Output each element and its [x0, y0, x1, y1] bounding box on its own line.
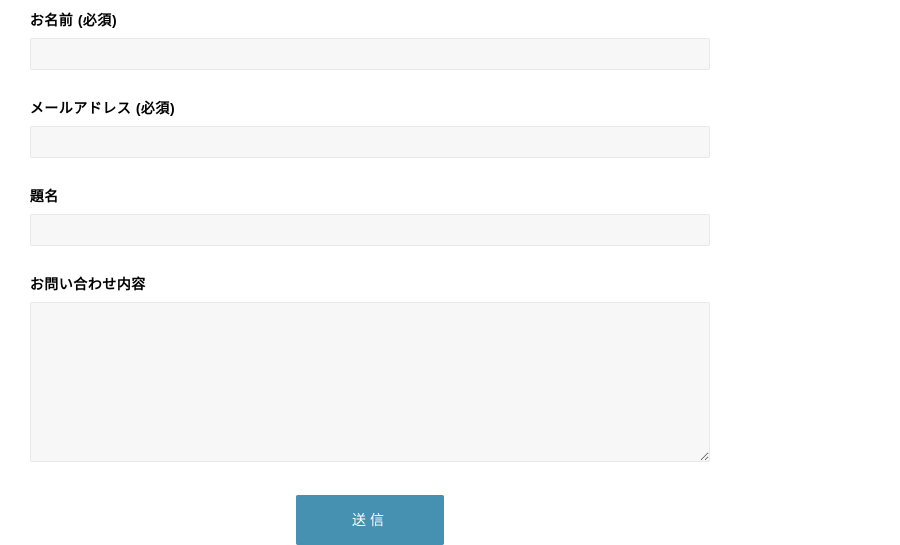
email-label: メールアドレス (必須)	[30, 98, 710, 118]
name-label: お名前 (必須)	[30, 10, 710, 30]
submit-row: 送信	[30, 495, 710, 545]
contact-form: お名前 (必須) メールアドレス (必須) 題名 お問い合わせ内容 送信	[30, 10, 710, 545]
submit-button[interactable]: 送信	[296, 495, 444, 545]
form-group-email: メールアドレス (必須)	[30, 98, 710, 158]
form-group-message: お問い合わせ内容	[30, 274, 710, 467]
name-input[interactable]	[30, 38, 710, 70]
form-group-subject: 題名	[30, 186, 710, 246]
subject-input[interactable]	[30, 214, 710, 246]
form-group-name: お名前 (必須)	[30, 10, 710, 70]
message-label: お問い合わせ内容	[30, 274, 710, 294]
email-input[interactable]	[30, 126, 710, 158]
message-textarea[interactable]	[30, 302, 710, 462]
subject-label: 題名	[30, 186, 710, 206]
